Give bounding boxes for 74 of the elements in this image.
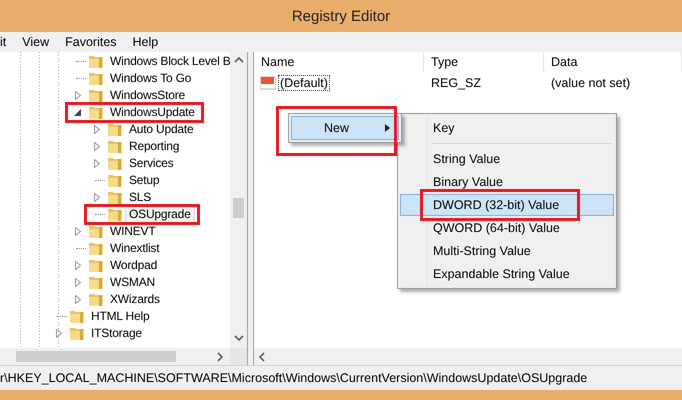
menu-item[interactable]: Help	[132, 35, 158, 49]
tree-item[interactable]: HTML Help	[87, 308, 154, 325]
folder-icon	[88, 88, 104, 103]
folder-icon	[88, 241, 104, 256]
scrollbar-corner	[230, 348, 247, 365]
folder-icon	[88, 71, 104, 86]
menu-entry[interactable]: Key	[400, 117, 614, 139]
expand-arrow-icon[interactable]	[55, 329, 63, 338]
tree-item[interactable]: Services	[125, 155, 178, 172]
horizontal-scrollbar[interactable]	[254, 348, 682, 365]
folder-icon	[88, 54, 104, 69]
vertical-scrollbar[interactable]	[230, 52, 247, 348]
value-name[interactable]: (Default)	[278, 75, 330, 91]
submenu-arrow-icon	[385, 124, 390, 132]
horizontal-scrollbar[interactable]	[0, 348, 230, 365]
menu-entry[interactable]: String Value	[400, 148, 614, 170]
menu-entry[interactable]: DWORD (32-bit) Value	[400, 194, 614, 216]
menu-entry[interactable]: Multi-String Value	[400, 240, 614, 262]
menu-item[interactable]: View	[22, 35, 50, 49]
folder-icon	[107, 173, 123, 188]
expand-arrow-icon[interactable]	[74, 261, 82, 270]
expand-arrow-icon[interactable]	[93, 125, 101, 134]
tree-item[interactable]: Reporting	[125, 138, 184, 155]
expand-arrow-icon[interactable]	[74, 91, 82, 100]
folder-icon	[107, 207, 123, 222]
tree-item[interactable]: WSMAN	[106, 274, 159, 291]
folder-icon	[88, 224, 104, 239]
folder-icon	[107, 122, 123, 137]
folder-icon	[107, 139, 123, 154]
tree-item[interactable]: Winextlist	[106, 240, 164, 257]
tree-item[interactable]: Setup	[125, 172, 164, 189]
collapse-arrow-icon[interactable]	[74, 108, 82, 117]
tree-item[interactable]: SLS	[125, 189, 156, 206]
column-header[interactable]: Type	[424, 52, 544, 72]
scroll-right-icon[interactable]	[216, 352, 226, 362]
folder-icon	[107, 190, 123, 205]
menu-entry[interactable]: Expandable String Value	[400, 263, 614, 285]
folder-icon	[69, 326, 85, 341]
tree-item[interactable]: Wordpad	[106, 257, 162, 274]
menu-entry[interactable]: New	[291, 116, 399, 140]
tree-item[interactable]: XWizards	[106, 291, 164, 308]
menu-item[interactable]: it	[0, 35, 6, 49]
tree-item[interactable]: Auto Update	[125, 121, 198, 138]
folder-icon	[88, 292, 104, 307]
expand-arrow-icon[interactable]	[74, 227, 82, 236]
folder-icon	[88, 258, 104, 273]
expand-arrow-icon[interactable]	[93, 159, 101, 168]
folder-icon	[88, 105, 104, 120]
folder-icon	[69, 309, 85, 324]
string-value-icon	[260, 76, 276, 90]
scroll-down-icon[interactable]	[234, 334, 244, 344]
tree-item[interactable]: WindowsUpdate	[106, 104, 199, 121]
expand-arrow-icon[interactable]	[93, 193, 101, 202]
menu-entry[interactable]: QWORD (64-bit) Value	[400, 217, 614, 239]
registry-path: r\HKEY_LOCAL_MACHINE\SOFTWARE\Microsoft\Windows\CurrentVersion\WindowsUpdate\OSUpgrade	[0, 371, 588, 385]
value-data: (value not set)	[550, 76, 632, 90]
expand-arrow-icon[interactable]	[74, 278, 82, 287]
tree-item[interactable]: ITStorage	[87, 325, 146, 342]
folder-icon	[107, 156, 123, 171]
scroll-thumb[interactable]	[233, 198, 244, 218]
tree-item[interactable]: WINEVT	[106, 223, 160, 240]
window-title: Registry Editor	[292, 8, 390, 24]
scroll-thumb[interactable]	[16, 351, 176, 362]
value-type: REG_SZ	[430, 76, 482, 90]
tree-item[interactable]: Windows Block Level B	[106, 53, 230, 70]
tree-item[interactable]: Windows To Go	[106, 70, 196, 87]
column-header[interactable]: Data	[544, 52, 682, 72]
expand-arrow-icon[interactable]	[93, 142, 101, 151]
expand-arrow-icon[interactable]	[74, 295, 82, 304]
tree-item[interactable]: WindowsStore	[106, 87, 189, 104]
menu-entry[interactable]: Binary Value	[400, 171, 614, 193]
column-header[interactable]: Name	[254, 52, 424, 72]
menu-item[interactable]: Favorites	[65, 35, 117, 49]
folder-icon	[88, 275, 104, 290]
